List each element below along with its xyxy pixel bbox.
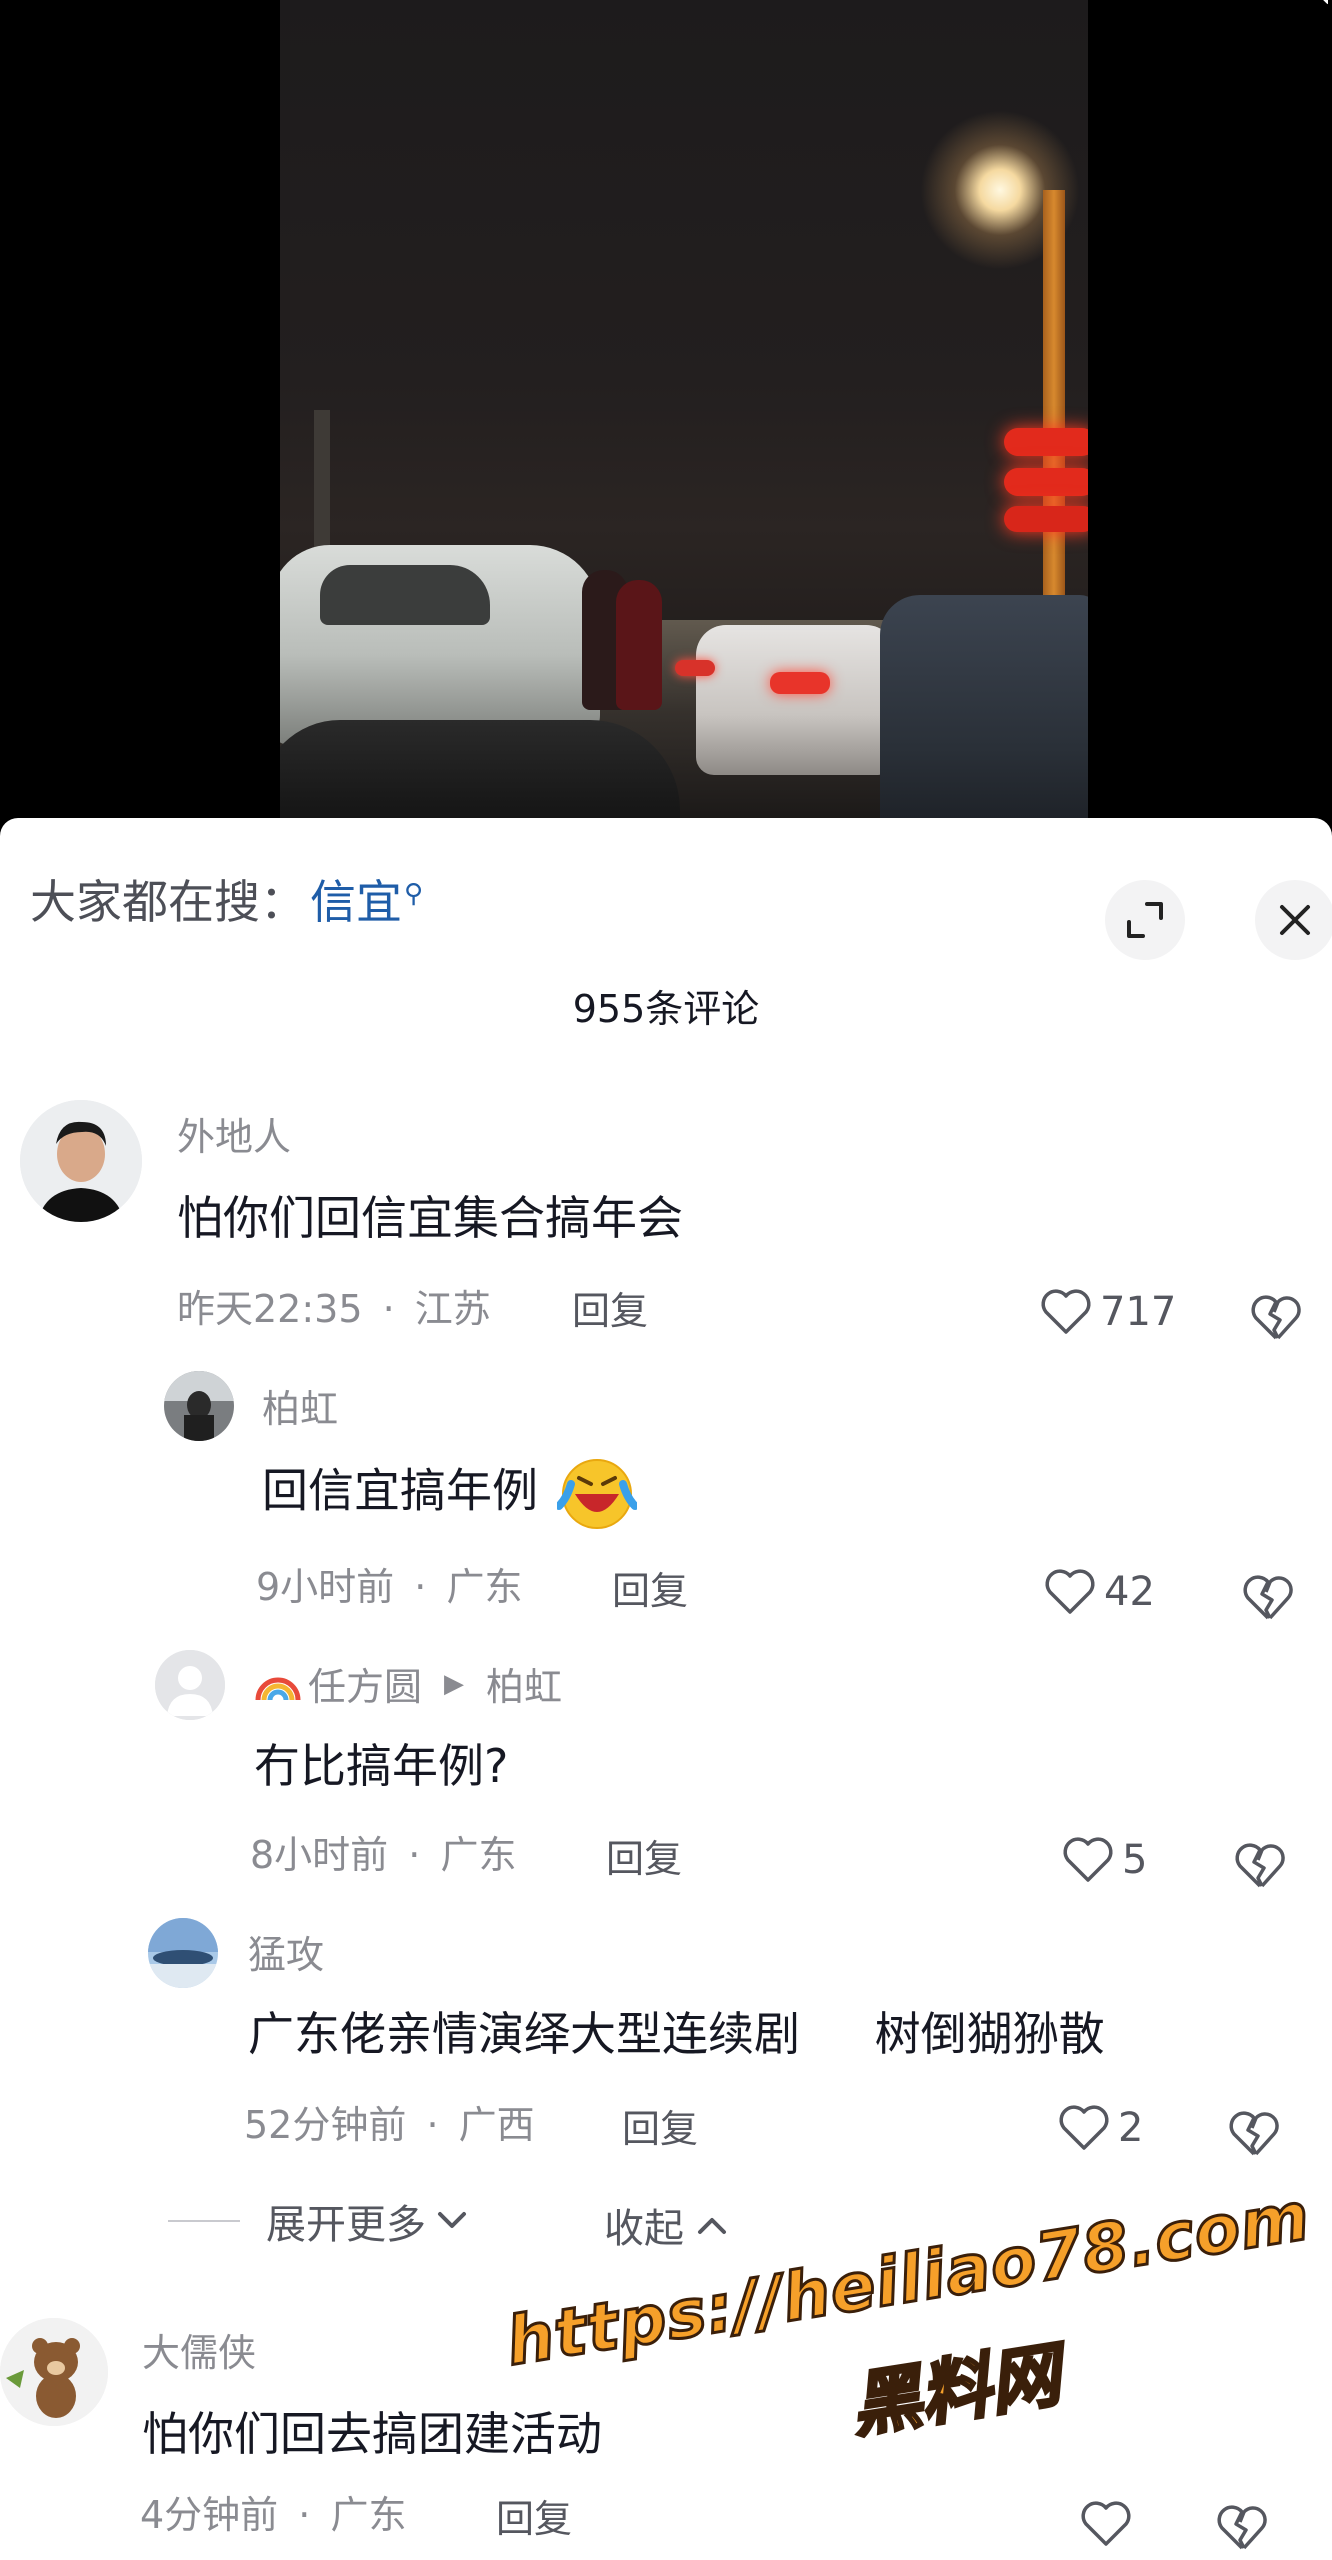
meta-separator: · bbox=[426, 2103, 439, 2147]
comment-time: 9小时前 bbox=[256, 1565, 395, 1609]
traffic-light bbox=[1004, 468, 1088, 496]
comment-meta: 4分钟前 · 广东 bbox=[140, 2484, 406, 2539]
heart-icon bbox=[1041, 1289, 1091, 1334]
broken-heart-icon[interactable] bbox=[1242, 1574, 1294, 1622]
comment-text[interactable]: 回信宜搞年例 bbox=[262, 1454, 639, 1534]
heart-icon bbox=[1045, 1569, 1095, 1614]
reply-button[interactable]: 回复 bbox=[612, 1560, 688, 1615]
comment-location: 江苏 bbox=[414, 1287, 491, 1331]
reply-button[interactable]: 回复 bbox=[622, 2098, 698, 2153]
heart-icon bbox=[1059, 2105, 1109, 2150]
search-icon: ⚲ bbox=[404, 879, 424, 909]
comment-location: 广西 bbox=[458, 2103, 535, 2147]
reply-arrow-icon: ▶ bbox=[444, 1668, 465, 1699]
comment-time: 8小时前 bbox=[250, 1833, 389, 1877]
car-white-rear bbox=[696, 625, 896, 775]
video-player[interactable] bbox=[0, 0, 1332, 850]
expand-more-label: 展开更多 bbox=[266, 2202, 426, 2248]
laughing-crying-emoji-icon bbox=[554, 1459, 639, 1529]
comment-location: 广东 bbox=[440, 1833, 517, 1877]
video-frame bbox=[280, 0, 1088, 850]
like-count: 2 bbox=[1118, 2105, 1144, 2151]
car-window bbox=[320, 565, 490, 625]
comment-author[interactable]: 大儒侠 bbox=[142, 2322, 256, 2377]
like-button[interactable]: 2 bbox=[1058, 2104, 1143, 2152]
comment-count: 955条评论 bbox=[572, 987, 760, 1031]
person bbox=[616, 580, 662, 710]
avatar[interactable] bbox=[20, 1100, 142, 1222]
comment-text[interactable]: 冇比搞年例? bbox=[254, 1730, 508, 1796]
meta-separator: · bbox=[382, 1287, 395, 1331]
expand-button[interactable] bbox=[1105, 880, 1185, 960]
meta-separator: · bbox=[414, 1565, 427, 1609]
comment-text-content: 回信宜搞年例 bbox=[262, 1463, 538, 1518]
like-button[interactable] bbox=[1080, 2500, 1140, 2548]
tail-light bbox=[675, 660, 715, 676]
comment-meta: 9小时前 · 广东 bbox=[256, 1556, 522, 1611]
expand-icon bbox=[1127, 902, 1163, 938]
like-count: 717 bbox=[1100, 1289, 1177, 1335]
comment-meta: 8小时前 · 广东 bbox=[250, 1824, 516, 1879]
rainbow-icon bbox=[255, 1677, 301, 1700]
comment-text-extra: 树倒猢狲散 bbox=[874, 2007, 1105, 2061]
heart-icon bbox=[1081, 2501, 1131, 2546]
expand-more-button[interactable]: 展开更多 bbox=[168, 2192, 472, 2250]
comment-text[interactable]: 怕你们回信宜集合搞年会 bbox=[177, 1182, 683, 1248]
traffic-light bbox=[1004, 428, 1088, 456]
comment-time: 4分钟前 bbox=[140, 2493, 279, 2537]
search-icon[interactable] bbox=[1288, 0, 1328, 16]
close-icon bbox=[1280, 905, 1310, 935]
avatar[interactable] bbox=[155, 1650, 225, 1720]
comment-meta: 52分钟前 · 广西 bbox=[244, 2094, 535, 2149]
hot-search-bar[interactable]: 大家都在搜： 信宜 ⚲ bbox=[30, 866, 423, 932]
comment-author[interactable]: 猛攻 bbox=[248, 1924, 324, 1979]
light-pole bbox=[1043, 190, 1065, 610]
comment-author[interactable]: 外地人 bbox=[177, 1106, 291, 1161]
comment-time: 昨天22:35 bbox=[177, 1287, 363, 1331]
avatar[interactable] bbox=[164, 1371, 234, 1441]
comment-location: 广东 bbox=[330, 2493, 407, 2537]
pole bbox=[314, 410, 330, 560]
meta-separator: · bbox=[408, 1833, 421, 1877]
comment-text[interactable]: 广东佬亲情演绎大型连续剧 树倒猢狲散 bbox=[248, 1998, 1105, 2064]
reply-button[interactable]: 回复 bbox=[606, 1828, 682, 1883]
traffic-light bbox=[1004, 506, 1088, 532]
comment-text-content: 广东佬亲情演绎大型连续剧 bbox=[248, 2007, 800, 2061]
comment-time: 52分钟前 bbox=[244, 2103, 407, 2147]
close-button[interactable] bbox=[1255, 880, 1332, 960]
divider bbox=[168, 2220, 240, 2222]
reply-to-author[interactable]: 柏虹 bbox=[486, 1656, 562, 1711]
broken-heart-icon[interactable] bbox=[1250, 1294, 1302, 1342]
reply-button[interactable]: 回复 bbox=[572, 1280, 648, 1335]
car-dark bbox=[880, 595, 1088, 850]
meta-separator: · bbox=[298, 2493, 311, 2537]
like-count: 5 bbox=[1122, 1837, 1148, 1883]
avatar[interactable] bbox=[148, 1918, 218, 1988]
hot-search-prefix: 大家都在搜： bbox=[30, 875, 306, 929]
like-button[interactable]: 717 bbox=[1040, 1288, 1176, 1336]
chevron-down-icon bbox=[438, 2212, 466, 2228]
tail-light bbox=[770, 672, 830, 694]
avatar[interactable] bbox=[0, 2318, 108, 2426]
broken-heart-icon[interactable] bbox=[1216, 2504, 1268, 2552]
watermark-name: 黑料网 bbox=[844, 2332, 1067, 2449]
comment-meta: 昨天22:35 · 江苏 bbox=[177, 1278, 491, 1333]
like-count: 42 bbox=[1104, 1569, 1155, 1615]
comment-location: 广东 bbox=[446, 1565, 523, 1609]
comment-author[interactable]: 任方圆 bbox=[308, 1656, 422, 1711]
like-button[interactable]: 42 bbox=[1044, 1568, 1155, 1616]
heart-icon bbox=[1063, 1837, 1113, 1882]
like-button[interactable]: 5 bbox=[1062, 1836, 1147, 1884]
broken-heart-icon[interactable] bbox=[1234, 1842, 1286, 1890]
hot-search-keyword[interactable]: 信宜 bbox=[310, 866, 402, 932]
comment-author-line: 任方圆 ▶ 柏虹 bbox=[254, 1656, 562, 1711]
comment-author[interactable]: 柏虹 bbox=[262, 1378, 338, 1433]
